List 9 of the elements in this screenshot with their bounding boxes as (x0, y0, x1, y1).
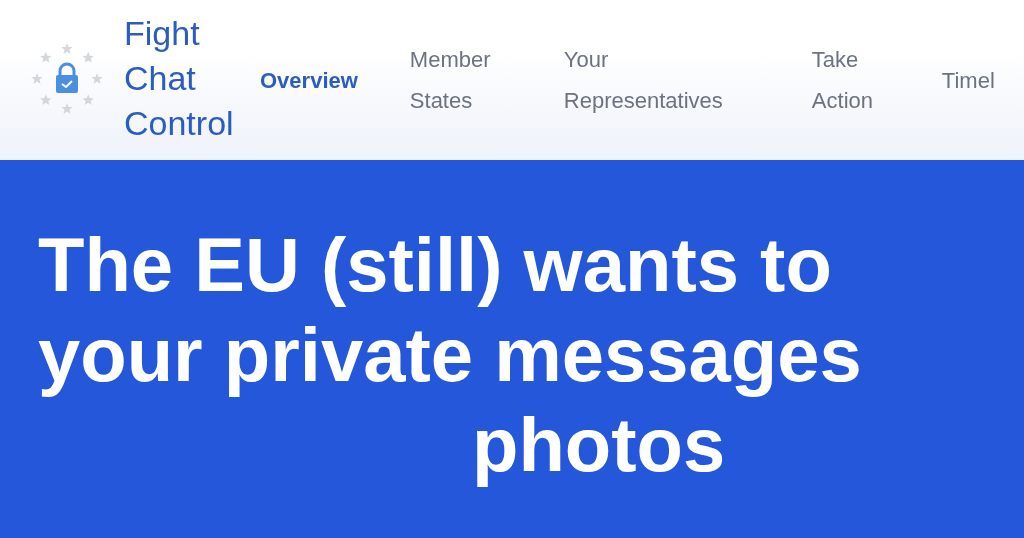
nav-link[interactable]: Overview (260, 59, 358, 101)
nav-link[interactable]: Take Action (811, 39, 890, 121)
headline-line: The EU (still) wants to (38, 221, 832, 309)
headline-line: photos (472, 401, 726, 489)
headline-line: your private messages (38, 311, 862, 399)
site-title: Fight Chat Control (124, 12, 235, 144)
nav-link[interactable]: Member States (409, 39, 512, 121)
nav-link[interactable]: Timel (941, 59, 1002, 101)
nav-link[interactable]: Your Representatives (563, 39, 760, 121)
